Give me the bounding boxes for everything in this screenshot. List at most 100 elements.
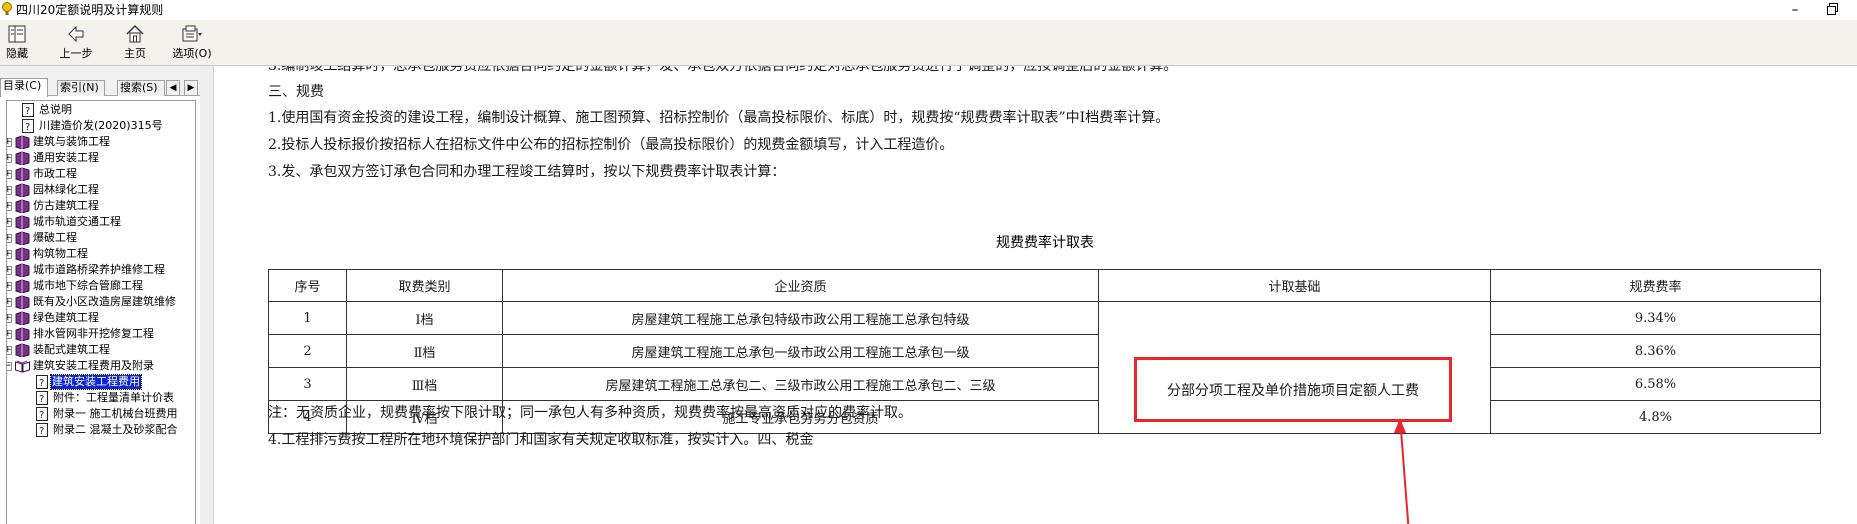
tree-item[interactable]: + 市政工程 xyxy=(7,167,195,182)
table-caption: 规费费率计取表 xyxy=(996,235,1094,251)
collapse-toggle[interactable]: − xyxy=(7,362,12,371)
paragraph: 4.工程排污费按工程所在地环境保护部门和国家有关规定收取标准，按实计入。四、税金 xyxy=(268,432,814,448)
tree-item[interactable]: ? 总说明 xyxy=(7,103,195,118)
expand-toggle[interactable]: + xyxy=(7,346,12,355)
tree-item[interactable]: ? 附录二 混凝土及砂浆配合 xyxy=(7,423,195,438)
tree-item-label: 城市道路桥梁养护维修工程 xyxy=(33,263,165,276)
tree-item[interactable]: ? 川建造价发(2020)315号 xyxy=(7,119,195,134)
tree-item[interactable]: + 既有及小区改造房屋建筑维修 xyxy=(7,295,195,310)
expand-toggle[interactable]: + xyxy=(7,314,12,323)
home-label: 主页 xyxy=(124,47,146,60)
tree-item-selected[interactable]: ? 建筑安装工程费用 xyxy=(7,374,195,390)
book-icon xyxy=(15,311,30,325)
calculation-basis-text: 分部分项工程及单价措施项目定额人工费 xyxy=(1167,382,1419,399)
expand-toggle[interactable]: + xyxy=(7,298,12,307)
column-header: 规费费率 xyxy=(1490,269,1821,302)
tree-item-label: 城市轨道交通工程 xyxy=(33,215,121,228)
table-header-row: 序号 取费类别 企业资质 计取基础 规费费率 xyxy=(268,269,1821,302)
tree-item-label: 附录二 混凝土及砂浆配合 xyxy=(53,423,178,436)
expand-toggle[interactable]: + xyxy=(7,138,12,147)
tree-item[interactable]: + 仿古建筑工程 xyxy=(7,199,195,214)
tree-item-label: 附录一 施工机械台班费用 xyxy=(53,407,178,420)
book-icon xyxy=(15,167,30,181)
topic-content: 3.编制竣工结算时，总承包服务费应依据合同约定的金额计算，发、承包双方依据合同约… xyxy=(214,66,1857,524)
column-header: 计取基础 xyxy=(1098,269,1491,302)
tree-item-label: 川建造价发(2020)315号 xyxy=(39,119,163,132)
home-icon xyxy=(126,25,144,43)
paragraph: 2.投标人投标报价按招标人在招标文件中公布的招标控制价（最高投标限价）的规费金额… xyxy=(268,137,954,153)
tree-item[interactable]: + 爆破工程 xyxy=(7,231,195,246)
expand-toggle[interactable]: + xyxy=(7,250,12,259)
table-cell: 1 xyxy=(268,301,347,335)
expand-toggle[interactable]: + xyxy=(7,282,12,291)
tab-scroll-right-button[interactable]: ▶ xyxy=(184,80,198,96)
book-icon xyxy=(15,199,30,213)
open-book-icon xyxy=(15,360,30,373)
expand-toggle[interactable]: + xyxy=(7,154,12,163)
table-cell: Ⅰ档 xyxy=(346,301,503,335)
tab-contents[interactable]: 目录(C) xyxy=(0,78,48,97)
tree-item[interactable]: + 城市地下综合管廊工程 xyxy=(7,279,195,294)
tab-scroll-left-button[interactable]: ◀ xyxy=(166,80,180,96)
book-icon xyxy=(15,215,30,229)
restore-button[interactable] xyxy=(1826,2,1840,16)
book-icon xyxy=(15,151,30,165)
tree-item[interactable]: − 建筑安装工程费用及附录 xyxy=(7,359,195,374)
book-icon xyxy=(15,343,30,357)
tree-item[interactable]: + 构筑物工程 xyxy=(7,247,195,262)
tab-search[interactable]: 搜索(S) xyxy=(117,80,165,96)
contents-tree: ? 总说明 ? 川建造价发(2020)315号 + 建筑与装饰工程 + 通用安装… xyxy=(6,100,196,524)
table-cell: 4.8% xyxy=(1490,400,1821,434)
tree-item[interactable]: + 园林绿化工程 xyxy=(7,183,195,198)
back-label: 上一步 xyxy=(59,47,93,60)
table-cell: 3 xyxy=(268,367,347,401)
toolbar: 隐藏 上一步 主页 选项(O) xyxy=(0,20,1857,66)
svg-text:?: ? xyxy=(25,106,30,117)
expand-toggle[interactable]: + xyxy=(7,234,12,243)
tree-item[interactable]: + 绿色建筑工程 xyxy=(7,311,195,326)
book-icon xyxy=(15,231,30,245)
tree-item-label: 建筑安装工程费用及附录 xyxy=(33,359,154,372)
tree-item[interactable]: + 城市轨道交通工程 xyxy=(7,215,195,230)
tree-item[interactable]: + 通用安装工程 xyxy=(7,151,195,166)
table-cell: 2 xyxy=(268,334,347,368)
expand-toggle[interactable]: + xyxy=(7,330,12,339)
minimize-button[interactable]: ⎯ xyxy=(1784,1,1806,19)
highlight-annotation-box: 分部分项工程及单价措施项目定额人工费 xyxy=(1134,357,1452,422)
tree-item-label: 爆破工程 xyxy=(33,231,77,244)
hide-button[interactable]: 隐藏 xyxy=(2,22,32,64)
help-page-icon: ? xyxy=(36,375,48,389)
book-icon xyxy=(15,295,30,309)
options-button[interactable]: 选项(O) xyxy=(170,22,214,64)
column-header: 企业资质 xyxy=(502,269,1099,302)
svg-text:?: ? xyxy=(39,394,44,405)
paragraph: 3.编制竣工结算时，总承包服务费应依据合同约定的金额计算，发、承包双方依据合同约… xyxy=(268,66,1178,74)
tree-item[interactable]: + 装配式建筑工程 xyxy=(7,343,195,358)
tree-item-label: 建筑安装工程费用 xyxy=(50,374,142,390)
back-button[interactable]: 上一步 xyxy=(56,22,96,64)
tree-item[interactable]: + 城市道路桥梁养护维修工程 xyxy=(7,263,195,278)
home-button[interactable]: 主页 xyxy=(120,22,150,64)
table-row: 1 Ⅰ档 房屋建筑工程施工总承包特级市政公用工程施工总承包特级 9.34% xyxy=(268,301,1821,434)
tree-item[interactable]: ? 附录一 施工机械台班费用 xyxy=(7,407,195,422)
expand-toggle[interactable]: + xyxy=(7,266,12,275)
expand-toggle[interactable]: + xyxy=(7,202,12,211)
pane-splitter[interactable] xyxy=(200,66,214,524)
table-row: 3 Ⅲ档 房屋建筑工程施工总承包二、三级市政公用工程施工总承包二、三级 6.58… xyxy=(268,367,1821,401)
help-page-icon: ? xyxy=(36,391,48,405)
paragraph: 3.发、承包双方签订承包合同和办理工程竣工结算时，按以下规费费率计取表计算： xyxy=(268,164,786,180)
tree-item[interactable]: + 建筑与装饰工程 xyxy=(7,135,195,150)
tab-index[interactable]: 索引(N) xyxy=(57,80,105,96)
tree-item[interactable]: ? 附件：工程量清单计价表 xyxy=(7,391,195,406)
expand-toggle[interactable]: + xyxy=(7,170,12,179)
table-cell: 房屋建筑工程施工总承包二、三级市政公用工程施工总承包二、三级 xyxy=(502,367,1099,401)
tree-item-label: 仿古建筑工程 xyxy=(33,199,99,212)
tree-item[interactable]: + 排水管网非开挖修复工程 xyxy=(7,327,195,342)
svg-text:?: ? xyxy=(25,122,30,133)
table-cell: Ⅱ档 xyxy=(346,334,503,368)
column-header: 序号 xyxy=(268,269,347,302)
expand-toggle[interactable]: + xyxy=(7,218,12,227)
table-cell: 房屋建筑工程施工总承包一级市政公用工程施工总承包一级 xyxy=(502,334,1099,368)
expand-toggle[interactable]: + xyxy=(7,186,12,195)
book-icon xyxy=(15,135,30,149)
